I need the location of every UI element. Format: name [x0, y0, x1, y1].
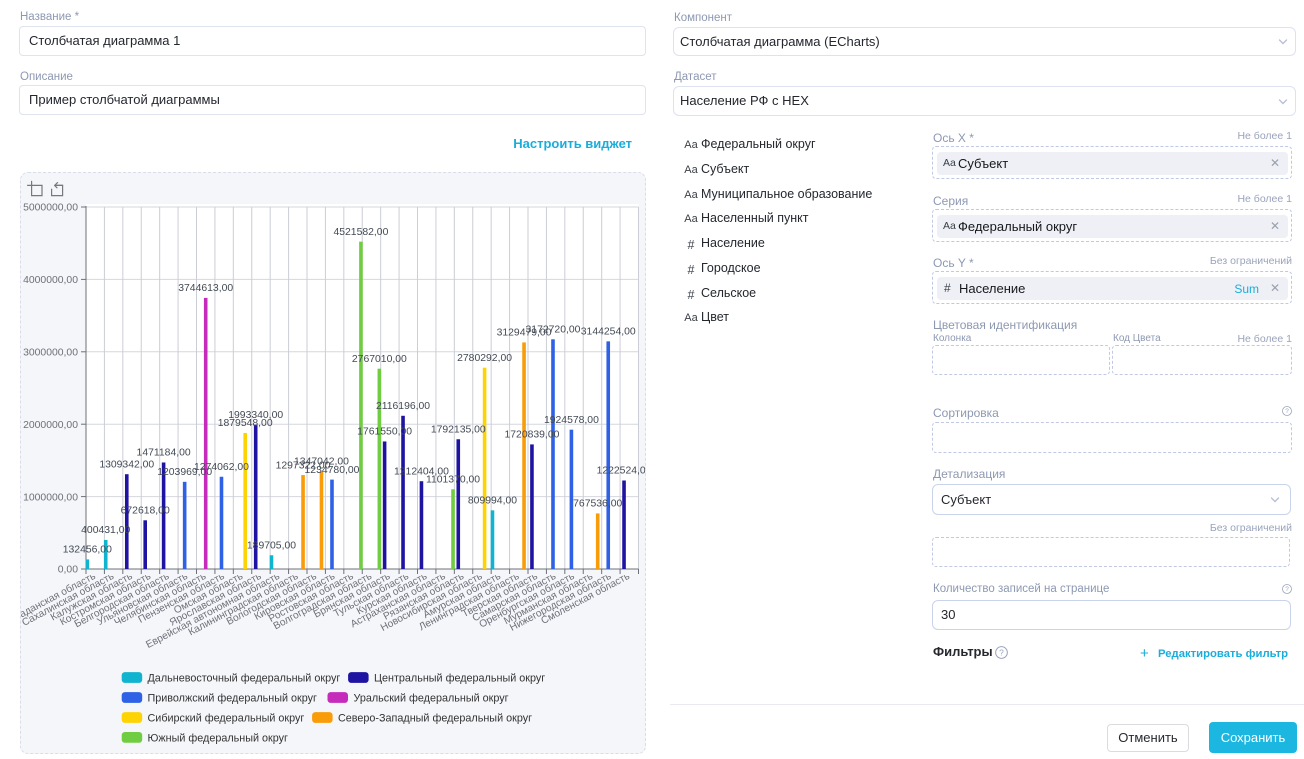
svg-text:1309342,00: 1309342,00	[99, 459, 154, 470]
svg-text:2767010,00: 2767010,00	[352, 354, 407, 365]
svg-text:4000000,00: 4000000,00	[23, 275, 78, 286]
svg-text:400431,00: 400431,00	[81, 525, 130, 536]
svg-text:5000000,00: 5000000,00	[23, 203, 78, 214]
svg-text:0,00: 0,00	[58, 565, 78, 576]
svg-text:4521582,00: 4521582,00	[333, 227, 388, 238]
svg-text:?: ?	[1285, 586, 1289, 593]
svg-text:Центральный федеральный округ: Центральный федеральный округ	[374, 673, 545, 685]
svg-text:3129479,00: 3129479,00	[497, 328, 552, 339]
svg-text:Дальневосточный федеральный ок: Дальневосточный федеральный округ	[148, 673, 341, 685]
svg-text:?: ?	[1285, 408, 1289, 415]
svg-text:1924578,00: 1924578,00	[544, 415, 599, 426]
svg-text:672618,00: 672618,00	[121, 506, 170, 517]
svg-text:1101370,00: 1101370,00	[426, 474, 480, 485]
svg-text:2116196,00: 2116196,00	[376, 401, 430, 412]
svg-text:1471184,00: 1471184,00	[137, 448, 191, 459]
svg-text:?: ?	[999, 647, 1004, 657]
svg-text:132456,00: 132456,00	[63, 545, 112, 556]
svg-text:3144254,00: 3144254,00	[581, 327, 636, 338]
svg-text:1222524,00: 1222524,00	[597, 466, 646, 477]
svg-text:1792135,00: 1792135,00	[431, 424, 486, 435]
svg-text:189705,00: 189705,00	[247, 540, 296, 551]
svg-text:Северо-Западный федеральный ок: Северо-Западный федеральный округ	[338, 713, 532, 725]
svg-text:809994,00: 809994,00	[468, 496, 517, 507]
svg-text:2780292,00: 2780292,00	[457, 353, 512, 364]
svg-text:Уральский федеральный округ: Уральский федеральный округ	[354, 693, 509, 705]
svg-text:1347042,00: 1347042,00	[294, 457, 349, 468]
svg-text:1720839,00: 1720839,00	[504, 430, 559, 441]
svg-text:1761550,00: 1761550,00	[357, 427, 412, 438]
svg-text:1879548,00: 1879548,00	[218, 418, 273, 429]
svg-text:2000000,00: 2000000,00	[23, 420, 78, 431]
svg-text:1000000,00: 1000000,00	[23, 492, 78, 503]
svg-text:3744613,00: 3744613,00	[178, 283, 233, 294]
svg-text:Приволжский федеральный округ: Приволжский федеральный округ	[148, 693, 318, 705]
svg-text:Сибирский федеральный округ: Сибирский федеральный округ	[148, 713, 305, 725]
svg-text:1274062,00: 1274062,00	[194, 462, 249, 473]
svg-text:767536,00: 767536,00	[573, 499, 622, 510]
svg-text:3000000,00: 3000000,00	[23, 348, 78, 359]
svg-text:Южный федеральный округ: Южный федеральный округ	[148, 733, 289, 745]
